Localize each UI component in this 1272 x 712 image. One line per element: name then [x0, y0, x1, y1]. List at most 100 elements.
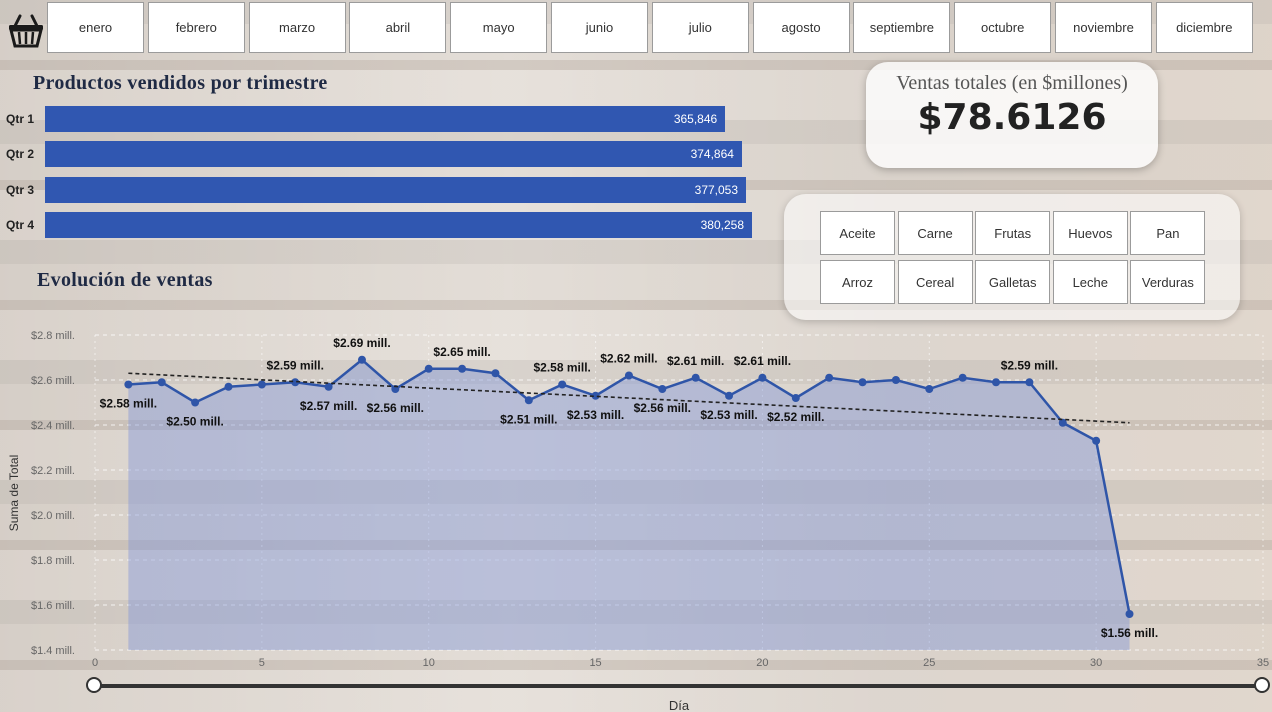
- data-point: [424, 364, 433, 373]
- kpi-value: $78.6126: [917, 97, 1107, 138]
- bar-category-label: Qtr 2: [6, 147, 35, 161]
- bar-category-label: Qtr 4: [6, 218, 35, 232]
- month-button-agosto[interactable]: agosto: [752, 2, 850, 53]
- data-point: [791, 394, 800, 402]
- data-label: $2.51 mill.: [500, 412, 557, 426]
- month-button-marzo[interactable]: marzo: [248, 2, 346, 53]
- product-button-huevos[interactable]: Huevos: [1052, 211, 1128, 255]
- x-tick-label: 20: [756, 657, 768, 669]
- data-label: $2.58 mill.: [534, 361, 591, 375]
- x-tick-label: 10: [423, 657, 435, 669]
- y-axis-title: Suma de Total: [7, 455, 21, 532]
- data-label: $2.61 mill.: [667, 354, 724, 368]
- product-button-pan[interactable]: Pan: [1130, 211, 1206, 255]
- bar-chart-title: Productos vendidos por trimestre: [33, 72, 328, 94]
- data-point: [725, 391, 734, 400]
- bar-value-label: 365,846: [673, 112, 718, 126]
- data-label: $2.56 mill.: [367, 401, 424, 415]
- day-range-slider-start-handle[interactable]: [86, 677, 102, 693]
- x-tick-label: 30: [1090, 657, 1102, 669]
- product-button-galletas[interactable]: Galletas: [975, 260, 1051, 304]
- data-point: [124, 380, 133, 389]
- data-point: [257, 380, 266, 389]
- y-tick-label: $2.4 mill.: [31, 420, 75, 432]
- month-button-junio[interactable]: junio: [550, 2, 648, 53]
- data-label: $2.59 mill.: [1001, 358, 1058, 372]
- month-button-abril[interactable]: abril: [349, 2, 447, 53]
- month-button-noviembre[interactable]: noviembre: [1054, 2, 1152, 53]
- bar-qtr-4[interactable]: 380,258: [45, 212, 752, 238]
- month-button-enero[interactable]: enero: [47, 2, 144, 53]
- bar-category-label: Qtr 3: [6, 183, 35, 197]
- y-tick-label: $1.8 mill.: [31, 555, 75, 567]
- x-tick-label: 5: [259, 657, 265, 669]
- data-label: $2.69 mill.: [333, 336, 390, 350]
- data-label: $2.57 mill.: [300, 399, 357, 413]
- data-label: $1.56 mill.: [1101, 626, 1158, 640]
- data-point: [891, 376, 900, 384]
- data-point: [558, 380, 567, 389]
- data-point: [491, 369, 500, 378]
- bar-value-label: 377,053: [694, 183, 739, 197]
- product-button-frutas[interactable]: Frutas: [975, 211, 1051, 255]
- bar-qtr-3[interactable]: 377,053: [45, 177, 747, 203]
- kpi-title: Ventas totales (en $millones): [896, 72, 1128, 94]
- data-label: $2.58 mill.: [100, 397, 157, 411]
- data-point: [992, 378, 1001, 387]
- bar-category-label: Qtr 1: [6, 112, 35, 126]
- data-point: [958, 373, 967, 382]
- product-button-leche[interactable]: Leche: [1052, 260, 1128, 304]
- month-button-septiembre[interactable]: septiembre: [853, 2, 951, 53]
- month-button-octubre[interactable]: octubre: [954, 2, 1052, 53]
- x-tick-label: 25: [923, 657, 935, 669]
- y-tick-label: $2.0 mill.: [31, 510, 75, 522]
- data-point: [691, 373, 700, 382]
- x-axis-title: Día: [669, 698, 690, 712]
- data-point: [224, 382, 233, 391]
- data-point: [758, 373, 767, 382]
- y-tick-label: $1.6 mill.: [31, 600, 75, 612]
- month-button-febrero[interactable]: febrero: [147, 2, 245, 53]
- data-label: $2.62 mill.: [600, 352, 657, 366]
- data-label: $2.59 mill.: [267, 358, 324, 372]
- data-label: $2.61 mill.: [734, 354, 791, 368]
- product-button-aceite[interactable]: Aceite: [820, 211, 895, 255]
- area-fill: [128, 359, 1130, 650]
- product-button-carne[interactable]: Carne: [897, 211, 973, 255]
- bar-qtr-1[interactable]: 365,846: [45, 106, 726, 132]
- data-point: [858, 378, 867, 387]
- data-label: $2.50 mill.: [166, 415, 223, 429]
- day-range-slider-track[interactable]: [94, 684, 1264, 688]
- month-button-mayo[interactable]: mayo: [450, 2, 548, 53]
- y-tick-label: $2.6 mill.: [31, 375, 75, 387]
- product-button-verduras[interactable]: Verduras: [1130, 260, 1206, 304]
- shopping-basket-icon: [9, 14, 43, 48]
- x-tick-label: 35: [1257, 657, 1269, 669]
- bar-value-label: 380,258: [700, 218, 744, 232]
- month-button-diciembre[interactable]: diciembre: [1155, 2, 1253, 53]
- bar-value-label: 374,864: [690, 147, 734, 161]
- data-label: $2.53 mill.: [700, 408, 757, 422]
- data-point: [825, 373, 834, 382]
- total-sales-card: Ventas totales (en $millones) $78.6126: [866, 62, 1158, 168]
- product-button-arroz[interactable]: Arroz: [820, 260, 895, 304]
- data-point: [624, 371, 633, 380]
- data-point: [1025, 378, 1034, 387]
- product-button-cereal[interactable]: Cereal: [897, 260, 973, 304]
- y-tick-label: $2.8 mill.: [31, 330, 75, 342]
- data-point: [458, 364, 467, 373]
- data-point: [524, 396, 533, 405]
- data-point: [925, 385, 934, 393]
- y-tick-label: $2.2 mill.: [31, 465, 75, 477]
- day-range-slider-end-handle[interactable]: [1254, 677, 1270, 693]
- line-chart-title: Evolución de ventas: [37, 269, 213, 291]
- y-tick-label: $1.4 mill.: [31, 645, 75, 657]
- data-label: $2.65 mill.: [433, 345, 490, 359]
- data-label: $2.53 mill.: [567, 408, 624, 422]
- sales-evolution-chart: $2.8 mill. $2.6 mill. $2.4 mill. $2.2 mill.…: [7, 330, 1269, 712]
- x-tick-label: 0: [92, 657, 98, 669]
- month-button-julio[interactable]: julio: [651, 2, 749, 53]
- bar-qtr-2[interactable]: 374,864: [45, 141, 742, 167]
- data-point: [357, 355, 366, 364]
- data-point: [1125, 610, 1134, 618]
